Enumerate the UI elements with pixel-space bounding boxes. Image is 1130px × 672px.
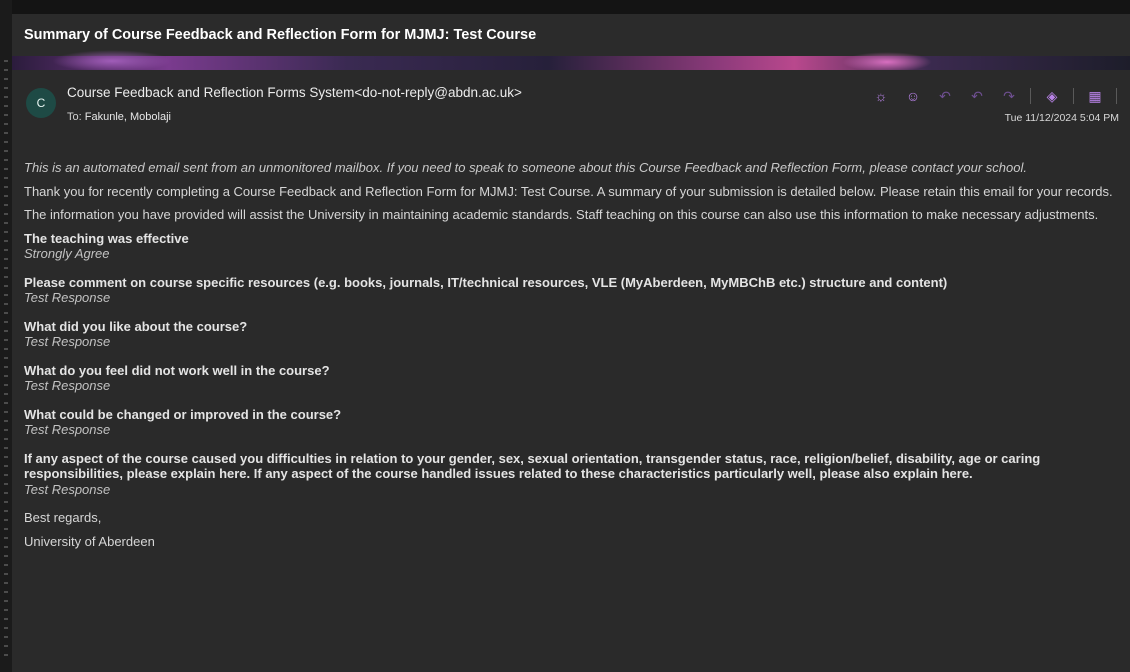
question: What did you like about the course? — [24, 318, 248, 334]
sender-name[interactable]: Course Feedback and Reflection Forms Sys… — [67, 85, 522, 100]
message-pane: C Course Feedback and Reflection Forms S… — [12, 70, 1130, 672]
reply-all-icon[interactable]: ↶ — [966, 86, 988, 106]
answer: Test Response — [24, 334, 111, 349]
toolbar-divider — [1073, 88, 1074, 104]
toolbar-divider — [1030, 88, 1031, 104]
window-top-edge — [0, 0, 1130, 14]
email-subject: Summary of Course Feedback and Reflectio… — [24, 27, 537, 43]
calendar-icon[interactable]: ▦ — [1084, 86, 1106, 106]
toolbar-divider — [1116, 88, 1117, 104]
avatar[interactable]: C — [26, 88, 56, 118]
message-actions: ☼ ☺ ↶ ↶ ↷ ◈ ▦ ··· — [870, 86, 1130, 106]
theme-banner — [12, 50, 1130, 72]
answer: Test Response — [24, 481, 111, 497]
question: What do you feel did not work well in th… — [24, 362, 330, 378]
recipient-name[interactable]: Fakunle, Mobolaji — [85, 111, 171, 123]
apps-icon[interactable]: ◈ — [1041, 86, 1063, 106]
emoji-icon[interactable]: ☺ — [902, 86, 924, 106]
answer: Test Response — [24, 290, 111, 305]
thank-you-paragraph: Thank you for recently completing a Cour… — [24, 183, 1113, 199]
brightness-icon[interactable]: ☼ — [870, 86, 892, 106]
question: The teaching was effective — [24, 230, 189, 246]
question: Please comment on course specific resour… — [24, 274, 948, 290]
closing: Best regards, — [24, 510, 102, 525]
answer: Test Response — [24, 378, 111, 393]
to-label: To: — [67, 111, 82, 123]
sent-date: Tue 11/12/2024 5:04 PM — [1004, 112, 1119, 124]
subject-bar: Summary of Course Feedback and Reflectio… — [12, 14, 1130, 57]
answer: Test Response — [24, 422, 111, 437]
signature: University of Aberdeen — [24, 533, 155, 549]
reply-icon[interactable]: ↶ — [934, 86, 956, 106]
side-dots — [4, 60, 8, 660]
automated-notice: This is an automated email sent from an … — [24, 160, 1027, 175]
question: What could be changed or improved in the… — [24, 406, 342, 422]
question: If any aspect of the course caused you d… — [24, 450, 1041, 482]
recipient-line: To: Fakunle, Mobolaji — [67, 111, 171, 123]
forward-icon[interactable]: ↷ — [998, 86, 1020, 106]
email-body: This is an automated email sent from an … — [24, 160, 1124, 557]
answer: Strongly Agree — [24, 246, 110, 261]
info-paragraph: The information you have provided will a… — [24, 207, 1099, 222]
